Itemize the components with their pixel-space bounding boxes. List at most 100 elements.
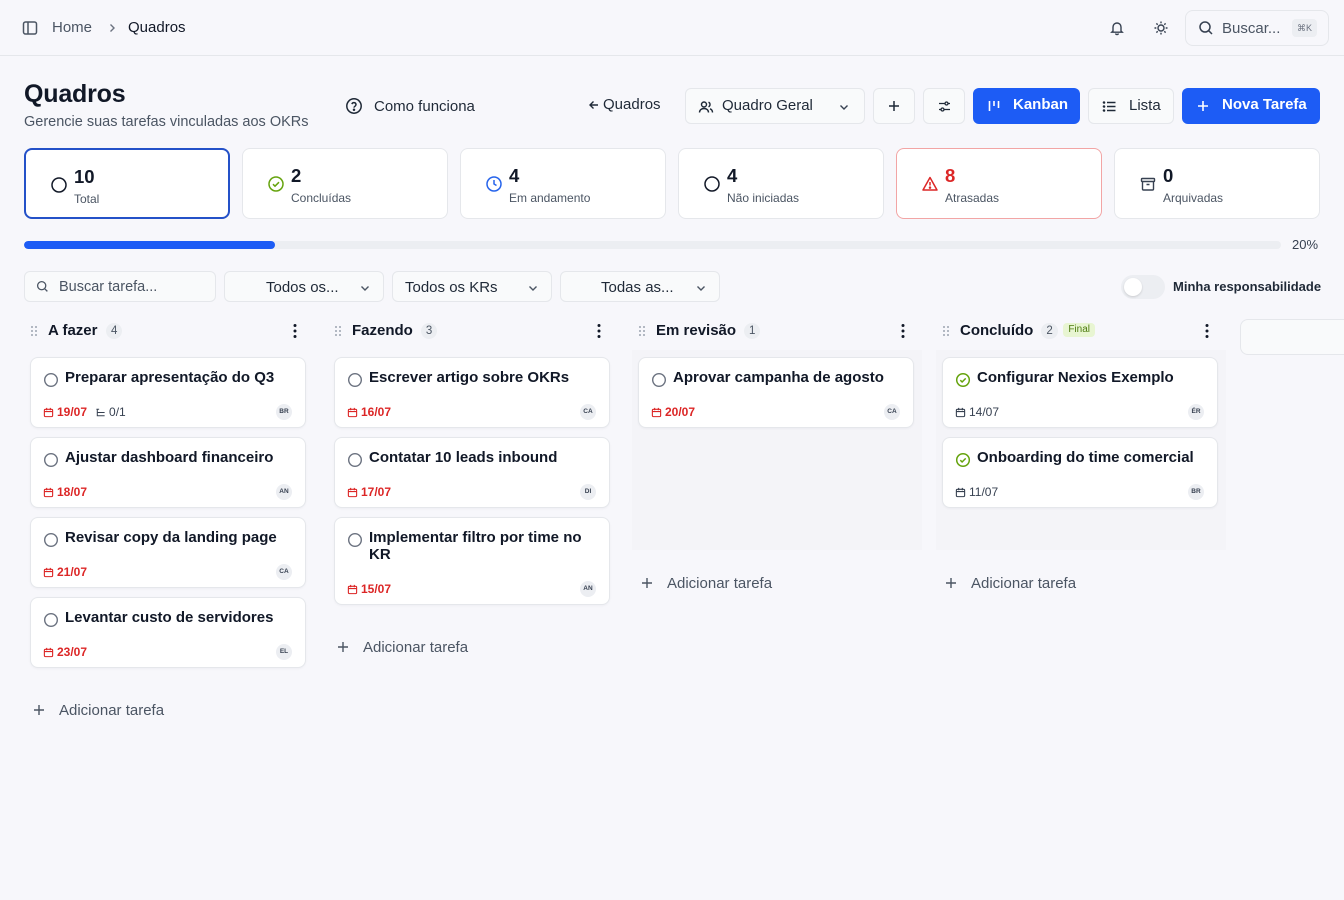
column-count: 3 bbox=[420, 323, 438, 339]
calendar-icon bbox=[347, 584, 358, 595]
users-icon bbox=[698, 101, 714, 113]
breadcrumb-current: Quadros bbox=[128, 19, 186, 36]
how-it-works-button[interactable]: Como funciona bbox=[345, 94, 475, 118]
task-card[interactable]: Onboarding do time comercial 11/07 BR bbox=[942, 437, 1218, 508]
my-responsibility-label: Minha responsabilidade bbox=[1173, 279, 1322, 294]
circle-icon[interactable] bbox=[347, 532, 363, 548]
avatar: CA bbox=[884, 404, 900, 420]
sidebar-toggle-icon[interactable] bbox=[21, 19, 39, 37]
drag-handle-icon[interactable] bbox=[334, 325, 342, 337]
task-card[interactable]: Configurar Nexios Exemplo 14/07 ÉR bbox=[942, 357, 1218, 428]
circle-icon[interactable] bbox=[347, 452, 363, 468]
calendar-icon bbox=[43, 567, 54, 578]
column-title: A fazer bbox=[48, 322, 98, 339]
check-circle-icon[interactable] bbox=[955, 372, 971, 388]
task-meta: 23/07 bbox=[43, 645, 87, 659]
add-column-placeholder[interactable] bbox=[1240, 319, 1344, 355]
status-filter-select[interactable]: Todas as... bbox=[560, 271, 720, 302]
breadcrumb-home[interactable]: Home bbox=[52, 19, 92, 36]
drag-handle-icon[interactable] bbox=[30, 325, 38, 337]
task-card[interactable]: Revisar copy da landing page 21/07 CA bbox=[30, 517, 306, 588]
circle-icon[interactable] bbox=[347, 372, 363, 388]
stat-card-overdue[interactable]: 8 Atrasadas bbox=[896, 148, 1102, 219]
stat-card-in-progress[interactable]: 4 Em andamento bbox=[460, 148, 666, 219]
stat-value: 0 bbox=[1163, 165, 1174, 186]
drag-handle-icon[interactable] bbox=[638, 325, 646, 337]
task-card[interactable]: Implementar filtro por time no KR 15/07 AN bbox=[334, 517, 610, 605]
board-settings-button[interactable] bbox=[923, 88, 965, 124]
task-card[interactable]: Contatar 10 leads inbound 17/07 DI bbox=[334, 437, 610, 508]
theme-toggle-button[interactable] bbox=[1145, 12, 1177, 44]
back-to-boards-label: Quadros bbox=[603, 96, 661, 113]
subtask-value: 0/1 bbox=[109, 405, 126, 419]
column-menu-icon[interactable] bbox=[286, 321, 304, 341]
new-task-button[interactable]: Nova Tarefa bbox=[1182, 88, 1320, 124]
progress-percent: 20% bbox=[1292, 237, 1319, 252]
arrow-left-icon bbox=[589, 100, 598, 109]
avatar: CA bbox=[580, 404, 596, 420]
kanban-column: Em revisão 1 Aprovar campanha de agosto 20/… bbox=[632, 318, 922, 592]
column-title: Concluído bbox=[960, 322, 1034, 339]
back-to-boards-link[interactable]: Quadros bbox=[588, 96, 661, 113]
global-search-input[interactable]: Buscar... ⌘K bbox=[1185, 10, 1329, 46]
task-card[interactable]: Aprovar campanha de agosto 20/07 CA bbox=[638, 357, 914, 428]
column-count: 4 bbox=[106, 323, 123, 339]
task-card[interactable]: Escrever artigo sobre OKRs 16/07 CA bbox=[334, 357, 610, 428]
list-view-button[interactable]: Lista bbox=[1088, 88, 1174, 124]
avatar: AN bbox=[580, 581, 596, 597]
help-circle-icon bbox=[346, 98, 362, 114]
circle-icon[interactable] bbox=[43, 612, 59, 628]
column-cards: Configurar Nexios Exemplo 14/07 ÉR Onboardi… bbox=[936, 350, 1226, 550]
add-task-button[interactable]: Adicionar tarefa bbox=[944, 573, 1076, 593]
task-meta: 16/07 bbox=[347, 405, 391, 419]
task-card[interactable]: Ajustar dashboard financeiro 18/07 AN bbox=[30, 437, 306, 508]
status-filter-value: Todas as... bbox=[601, 279, 674, 296]
responsible-filter-select[interactable]: Todos os... bbox=[224, 271, 384, 302]
avatar: DI bbox=[580, 484, 596, 500]
task-title: Onboarding do time comercial bbox=[977, 449, 1194, 466]
column-cards: Preparar apresentação do Q3 19/07 0/1 BR Aju… bbox=[24, 350, 314, 677]
add-task-button[interactable]: Adicionar tarefa bbox=[640, 573, 772, 593]
circle-icon[interactable] bbox=[43, 532, 59, 548]
add-task-button[interactable]: Adicionar tarefa bbox=[32, 700, 164, 720]
my-responsibility-toggle[interactable] bbox=[1121, 275, 1165, 299]
circle-icon bbox=[51, 177, 67, 193]
stat-card-not-started[interactable]: 4 Não iniciadas bbox=[678, 148, 884, 219]
due-date: 11/07 bbox=[969, 485, 999, 499]
stat-card-total[interactable]: 10 Total bbox=[24, 148, 230, 219]
alert-triangle-icon bbox=[922, 176, 938, 191]
column-menu-icon[interactable] bbox=[1198, 321, 1216, 341]
kanban-view-button[interactable]: Kanban bbox=[973, 88, 1080, 124]
circle-icon[interactable] bbox=[43, 452, 59, 468]
stat-card-archived[interactable]: 0 Arquivadas bbox=[1114, 148, 1320, 219]
avatar: BR bbox=[276, 404, 292, 420]
board-select[interactable]: Quadro Geral bbox=[685, 88, 865, 124]
search-icon bbox=[36, 280, 48, 292]
task-title: Escrever artigo sobre OKRs bbox=[369, 369, 570, 386]
calendar-icon bbox=[651, 407, 662, 418]
task-card[interactable]: Levantar custo de servidores 23/07 EL bbox=[30, 597, 306, 668]
circle-icon[interactable] bbox=[651, 372, 667, 388]
add-task-button[interactable]: Adicionar tarefa bbox=[336, 637, 468, 657]
column-menu-icon[interactable] bbox=[590, 321, 608, 341]
circle-icon[interactable] bbox=[43, 372, 59, 388]
stat-value: 10 bbox=[74, 166, 95, 187]
check-circle-icon[interactable] bbox=[955, 452, 971, 468]
clock-icon bbox=[486, 176, 502, 192]
task-search-input[interactable]: Buscar tarefa... bbox=[24, 271, 216, 302]
task-title: Implementar filtro por time no KR bbox=[369, 529, 582, 563]
plus-icon bbox=[32, 703, 46, 717]
kr-filter-select[interactable]: Todos os KRs bbox=[392, 271, 552, 302]
task-card[interactable]: Preparar apresentação do Q3 19/07 0/1 BR bbox=[30, 357, 306, 428]
column-menu-icon[interactable] bbox=[894, 321, 912, 341]
drag-handle-icon[interactable] bbox=[942, 325, 950, 337]
notifications-button[interactable] bbox=[1101, 12, 1133, 44]
add-board-button[interactable] bbox=[873, 88, 915, 124]
stat-card-completed[interactable]: 2 Concluídas bbox=[242, 148, 448, 219]
task-title: Contatar 10 leads inbound bbox=[369, 449, 558, 466]
page-subtitle: Gerencie suas tarefas vinculadas aos OKR… bbox=[24, 114, 309, 130]
responsible-filter-value: Todos os... bbox=[266, 279, 339, 296]
column-header: Em revisão 1 bbox=[632, 318, 922, 344]
page-title: Quadros bbox=[24, 80, 126, 108]
due-date: 20/07 bbox=[665, 405, 696, 419]
